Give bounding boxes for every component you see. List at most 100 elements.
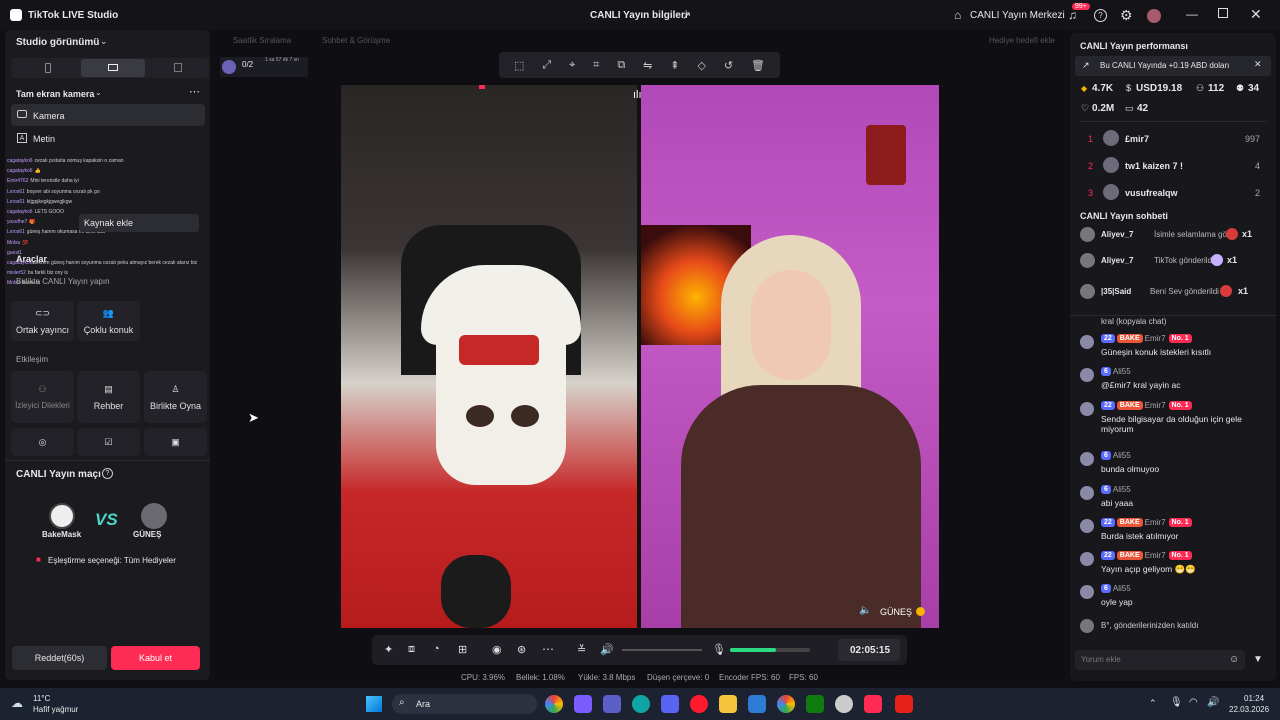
rank-name[interactable]: vusufrealqw [1125,188,1178,198]
trash-icon[interactable]: 🗑 [751,59,765,72]
maximize-icon[interactable] [1218,8,1228,18]
tray-chevron-icon[interactable]: ⌃ [1149,698,1157,709]
more-options-icon[interactable]: ⋯ [189,85,200,98]
share-icon[interactable]: ↗ [682,9,691,22]
tab-chat[interactable]: Sohbet & Görüşme [322,36,390,45]
xbox-icon[interactable] [806,695,824,713]
match-help-icon[interactable]: ? [102,468,113,479]
host-microphone [441,555,511,628]
teams-icon[interactable] [603,695,621,713]
source-text-label[interactable]: Metin [33,134,55,144]
chrome-icon-2[interactable] [777,695,795,713]
multi-guest-tile[interactable]: 👥 Çoklu konuk [77,301,140,341]
rotate-icon[interactable]: ↺ [724,59,733,72]
scene-chevron-icon[interactable]: ⌄ [95,88,102,97]
speaker-icon[interactable]: 🔈 [859,605,871,616]
discord-icon[interactable] [661,695,679,713]
message-user[interactable]: Ali55 [1113,584,1131,593]
magic-wand-icon[interactable]: ✦ [384,643,393,656]
play-together-tile[interactable]: ♙ Birlikte Oyna [144,371,207,423]
live-info-title[interactable]: CANLI Yayın bilgileri [590,10,688,21]
chrome-icon[interactable] [545,695,563,713]
tray-wifi-icon[interactable]: ◠ [1189,697,1198,708]
gift-user[interactable]: |35|Said [1101,287,1131,296]
weather-icon[interactable]: ☁ [11,696,23,710]
gift-user[interactable]: Aliyev_7 [1101,230,1133,239]
video-canvas[interactable]: ılıl 🔈 GÜNEŞ [341,85,939,628]
app-icon[interactable] [835,695,853,713]
layers-icon[interactable]: ◇ [697,59,705,72]
settings-gear-icon[interactable]: ⚙ [1120,7,1133,24]
gift-avatar [1080,253,1095,268]
start-icon[interactable] [366,696,382,712]
gift-user[interactable]: Aliyev_7 [1101,256,1133,265]
ai-icon[interactable]: ◔ [433,643,440,655]
message-text: @£mir7 kral yayin ac [1101,380,1181,390]
fit-icon[interactable]: ⤢ [542,59,551,72]
message-user[interactable]: Ali55 [1113,367,1131,376]
clock-time[interactable]: 01:24 [1244,694,1264,703]
viewer-wishes-tile[interactable]: ⚇ İzleyici Dilekleri [11,371,74,423]
chevron-down-icon[interactable]: ⌄ [100,36,108,47]
equalizer-icon[interactable]: ≚ [577,643,586,656]
message-user[interactable]: Ali55 [1113,451,1131,460]
volume-icon[interactable]: 🔊 [600,643,614,656]
tray-volume-icon[interactable]: 🔊 [1207,697,1219,708]
mail-icon[interactable] [748,695,766,713]
bell-icon[interactable]: ♫ [1068,8,1077,22]
emoji-icon[interactable]: ☺ [1229,654,1239,665]
edge-icon[interactable] [632,695,650,713]
crop-icon[interactable]: ⌗ [593,59,599,72]
portrait-layout-icon[interactable] [45,63,51,73]
record-icon[interactable]: ◉ [492,643,502,656]
clock-date[interactable]: 22.03.2026 [1229,705,1269,714]
message-user[interactable]: Ali55 [1113,485,1131,494]
close-icon[interactable]: ✕ [1250,6,1262,23]
minimize-icon[interactable]: — [1186,7,1198,21]
reject-button[interactable]: Reddet(60s) [12,646,107,670]
help-icon[interactable]: ? [1094,9,1107,22]
co-host-tile[interactable]: ⊂⊃ Ortak yayıncı [11,301,74,341]
rank-name[interactable]: tw1 kaizen 7 ! [1125,161,1183,171]
tool-tile-6[interactable]: ▣ [144,428,207,456]
scene-title[interactable]: Tam ekran kamera [16,89,94,99]
custom-layout-icon[interactable] [174,63,182,72]
tool-tile-5[interactable]: ☑ [77,428,140,456]
profile-avatar[interactable] [1147,9,1161,23]
add-frame-icon[interactable]: ⊞ [458,643,467,656]
tray-mic-icon[interactable]: 🎙 [1170,697,1183,708]
tool-tile-4[interactable]: ◎ [11,428,74,456]
message-avatar [1080,452,1094,466]
tiktok-studio-icon[interactable] [864,695,882,713]
gift-goal-link[interactable]: Hediye hedefi ekle [989,36,1055,45]
banner-close-icon[interactable]: ✕ [1254,59,1262,70]
copy-icon[interactable]: ⧉ [617,59,625,72]
opera-icon[interactable] [690,695,708,713]
accept-button[interactable]: Kabul et [111,646,200,670]
volume-slider[interactable] [622,649,702,651]
message-user[interactable]: Emir7 [1145,518,1166,527]
microphone-icon[interactable]: 🎙 [712,643,726,656]
select-icon[interactable]: ⬚ [514,59,524,72]
filter-icon[interactable]: ▼ [1253,654,1263,665]
rank-badge: No. 1 [1168,401,1192,411]
more-icon[interactable]: ⋯ [542,642,554,656]
youtube-icon[interactable] [895,695,913,713]
store-icon[interactable] [574,695,592,713]
guide-tile[interactable]: ▤ Rehber [77,371,140,423]
explorer-icon[interactable] [719,695,737,713]
center-icon[interactable]: ⌖ [569,59,575,72]
layer-up-icon[interactable]: ⇞ [670,59,679,72]
rank-name[interactable]: £mir7 [1125,134,1149,144]
camera-toggle-icon[interactable]: ⊛ [517,643,526,656]
effects-icon[interactable]: ⧈ [408,643,415,656]
message-user[interactable]: Emir7 [1145,334,1166,343]
home-icon[interactable]: ⌂ [954,8,961,22]
message-user[interactable]: Emir7 [1145,551,1166,560]
taskbar-search[interactable] [392,694,537,714]
live-center-link[interactable]: CANLI Yayın Merkezi [970,10,1065,21]
tab-hourly-ranking[interactable]: Saatlik Sıralama [233,36,291,45]
message-user[interactable]: Emir7 [1145,401,1166,410]
studio-view-dropdown[interactable]: Studio görünümü [16,37,99,48]
flip-icon[interactable]: ⇋ [643,59,652,72]
